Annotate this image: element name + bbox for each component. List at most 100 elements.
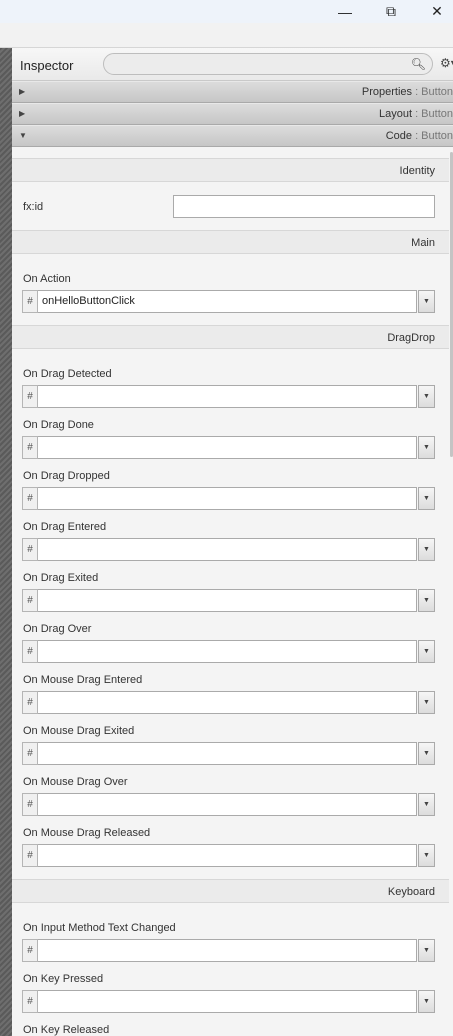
on-mouse-drag-released-label: On Mouse Drag Released [23,827,151,839]
on-drag-exited-label: On Drag Exited [23,572,99,584]
on-mouse-drag-exited-label: On Mouse Drag Exited [23,725,135,737]
on-drag-entered-field[interactable] [38,538,417,561]
accordion-code-sub: : Button [412,130,453,142]
dropdown-arrow-icon[interactable]: ▼ [418,691,435,714]
on-drag-done-combo[interactable]: # ▼ [22,436,435,459]
on-mouse-drag-over-combo[interactable]: # ▼ [22,793,435,816]
on-action-field[interactable]: onHelloButtonClick [38,290,417,313]
on-key-pressed-field[interactable] [38,990,417,1013]
on-key-released-label: On Key Released [23,1024,110,1036]
on-drag-exited-combo[interactable]: # ▼ [22,589,435,612]
on-input-method-text-changed-combo[interactable]: # ▼ [22,939,435,962]
section-main: Main [12,230,449,254]
inspector-panel: Inspector 🔍︎ ⚙▾ ▶ Properties : Button ▶ … [12,48,453,1036]
section-main-title: Main [411,237,435,249]
section-keyboard: Keyboard [12,879,449,903]
dropdown-arrow-icon[interactable]: ▼ [418,939,435,962]
on-drag-entered-combo[interactable]: # ▼ [22,538,435,561]
on-mouse-drag-entered-field[interactable] [38,691,417,714]
section-identity: Identity [12,158,449,182]
window-title-bar: — ⧉ ✕ [0,0,453,23]
inspector-header: Inspector 🔍︎ ⚙▾ [12,48,453,81]
dropdown-arrow-icon[interactable]: ▼ [418,436,435,459]
menu-bar [0,23,453,48]
inspector-title: Inspector [20,58,74,73]
on-mouse-drag-exited-field[interactable] [38,742,417,765]
on-drag-over-label: On Drag Over [23,623,92,635]
hash-icon: # [22,436,38,459]
on-mouse-drag-exited-combo[interactable]: # ▼ [22,742,435,765]
code-section-content: Identity fx:id Main On Action # onHelloB… [12,148,453,1036]
dropdown-arrow-icon[interactable]: ▼ [418,742,435,765]
expanded-arrow-icon: ▼ [19,131,27,140]
dropdown-arrow-icon[interactable]: ▼ [418,385,435,408]
on-input-method-text-changed-field[interactable] [38,939,417,962]
on-action-label: On Action [23,273,71,285]
collapsed-arrow-icon: ▶ [19,109,26,118]
on-drag-detected-label: On Drag Detected [23,368,112,380]
accordion-layout-sub: : Button [412,108,453,120]
fxid-label: fx:id [23,201,44,213]
on-mouse-drag-over-field[interactable] [38,793,417,816]
accordion-layout[interactable]: ▶ Layout : Button [12,103,453,125]
hash-icon: # [22,742,38,765]
on-drag-dropped-label: On Drag Dropped [23,470,110,482]
dropdown-arrow-icon[interactable]: ▼ [418,640,435,663]
dropdown-arrow-icon[interactable]: ▼ [418,844,435,867]
section-keyboard-title: Keyboard [387,886,435,898]
hash-icon: # [22,939,38,962]
gear-icon[interactable]: ⚙▾ [440,56,453,70]
on-drag-dropped-field[interactable] [38,487,417,510]
on-action-combo[interactable]: # onHelloButtonClick ▼ [22,290,435,313]
fxid-field[interactable] [173,195,435,218]
on-key-pressed-combo[interactable]: # ▼ [22,990,435,1013]
dropdown-arrow-icon[interactable]: ▼ [418,538,435,561]
accordion-code-label: Code [385,130,413,142]
section-dragdrop: DragDrop [12,325,449,349]
dropdown-arrow-icon[interactable]: ▼ [418,487,435,510]
hash-icon: # [22,793,38,816]
on-drag-detected-combo[interactable]: # ▼ [22,385,435,408]
on-drag-entered-label: On Drag Entered [23,521,107,533]
dropdown-arrow-icon[interactable]: ▼ [418,290,435,313]
on-drag-exited-field[interactable] [38,589,417,612]
hash-icon: # [22,691,38,714]
accordion-layout-label: Layout [378,108,413,120]
on-mouse-drag-released-combo[interactable]: # ▼ [22,844,435,867]
dropdown-arrow-icon[interactable]: ▼ [418,793,435,816]
on-drag-dropped-combo[interactable]: # ▼ [22,487,435,510]
on-drag-over-combo[interactable]: # ▼ [22,640,435,663]
hash-icon: # [22,385,38,408]
inspector-search-input[interactable]: 🔍︎ [103,53,433,75]
hash-icon: # [22,589,38,612]
accordion-code[interactable]: ▼ Code : Button [12,125,453,147]
section-dragdrop-title: DragDrop [387,332,435,344]
dropdown-arrow-icon[interactable]: ▼ [418,589,435,612]
minimize-button[interactable]: — [322,0,368,23]
dropdown-arrow-icon[interactable]: ▼ [418,990,435,1013]
hash-icon: # [22,990,38,1013]
on-drag-detected-field[interactable] [38,385,417,408]
accordion-properties[interactable]: ▶ Properties : Button [12,81,453,103]
left-panel-edge [0,48,12,1036]
on-drag-over-field[interactable] [38,640,417,663]
search-icon: 🔍︎ [410,57,426,71]
on-drag-done-field[interactable] [38,436,417,459]
on-mouse-drag-entered-combo[interactable]: # ▼ [22,691,435,714]
collapsed-arrow-icon: ▶ [19,87,26,96]
accordion-properties-label: Properties [361,86,413,98]
on-key-pressed-label: On Key Pressed [23,973,104,985]
hash-icon: # [22,487,38,510]
on-mouse-drag-released-field[interactable] [38,844,417,867]
on-mouse-drag-entered-label: On Mouse Drag Entered [23,674,143,686]
on-drag-done-label: On Drag Done [23,419,94,431]
on-input-method-text-changed-label: On Input Method Text Changed [23,922,176,934]
section-identity-title: Identity [399,165,435,177]
hash-icon: # [22,844,38,867]
close-button[interactable]: ✕ [414,0,453,23]
restore-button[interactable]: ⧉ [368,0,414,23]
hash-icon: # [22,290,38,313]
accordion-properties-sub: : Button [412,86,453,98]
hash-icon: # [22,640,38,663]
hash-icon: # [22,538,38,561]
